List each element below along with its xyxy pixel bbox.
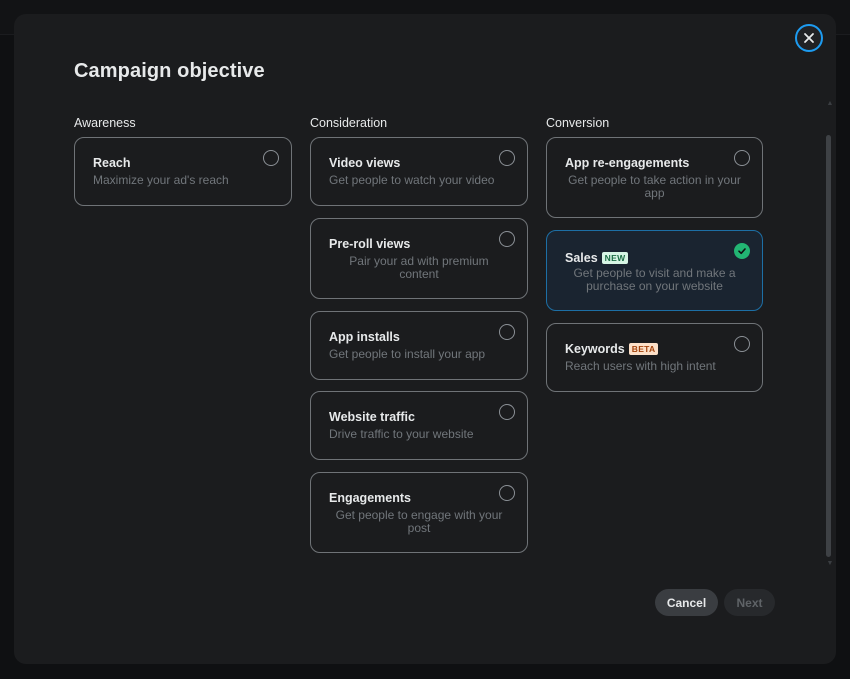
beta-badge: BETA <box>628 343 659 355</box>
objective-card-keywords[interactable]: Keywords BETA Reach users with high inte… <box>546 323 763 392</box>
card-title: Video views <box>329 156 401 170</box>
card-title: Pre-roll views <box>329 237 411 251</box>
objective-card-engagements[interactable]: Engagements Get people to engage with yo… <box>310 472 528 553</box>
card-title-row: Sales NEW <box>565 251 629 265</box>
objective-card-video-views[interactable]: Video views Get people to watch your vid… <box>310 137 528 206</box>
radio-button[interactable] <box>734 336 750 352</box>
card-title: Keywords <box>565 342 625 356</box>
card-title: Website traffic <box>329 410 415 424</box>
objective-card-pre-roll-views[interactable]: Pre-roll views Pair your ad with premium… <box>310 218 528 299</box>
radio-button[interactable] <box>734 150 750 166</box>
radio-button[interactable] <box>263 150 279 166</box>
card-description: Get people to watch your video <box>329 173 495 187</box>
cancel-button[interactable]: Cancel <box>655 589 718 616</box>
objective-card-app-installs[interactable]: App installs Get people to install your … <box>310 311 528 380</box>
radio-button[interactable] <box>499 231 515 247</box>
card-description: Drive traffic to your website <box>329 427 474 441</box>
card-description: Maximize your ad's reach <box>93 173 229 187</box>
scroll-down-arrow-icon[interactable]: ▼ <box>826 560 834 567</box>
radio-button[interactable] <box>499 150 515 166</box>
close-icon <box>804 33 814 43</box>
dialog-title: Campaign objective <box>74 60 265 82</box>
card-description: Reach users with high intent <box>565 359 716 373</box>
checkmark-icon <box>738 248 746 255</box>
objective-card-website-traffic[interactable]: Website traffic Drive traffic to your we… <box>310 391 528 460</box>
objective-card-app-re-engagements[interactable]: App re-engagements Get people to take ac… <box>546 137 763 218</box>
radio-button-checked[interactable] <box>734 243 750 259</box>
column-label-consideration: Consideration <box>310 116 388 130</box>
card-title: App installs <box>329 330 400 344</box>
next-button[interactable]: Next <box>724 589 775 616</box>
close-button[interactable] <box>795 24 823 52</box>
card-title: Engagements <box>329 491 411 505</box>
radio-button[interactable] <box>499 485 515 501</box>
card-title-row: Keywords BETA <box>565 342 659 356</box>
objective-card-sales[interactable]: Sales NEW Get people to visit and make a… <box>546 230 763 311</box>
card-description: Get people to visit and make a purchase … <box>573 266 736 293</box>
column-label-awareness: Awareness <box>74 116 136 130</box>
card-title: Sales <box>565 251 598 265</box>
card-title: App re-engagements <box>565 156 690 170</box>
card-description: Get people to install your app <box>329 347 486 361</box>
scroll-up-arrow-icon[interactable]: ▲ <box>826 100 834 107</box>
card-title: Reach <box>93 156 131 170</box>
radio-button[interactable] <box>499 324 515 340</box>
objective-card-reach[interactable]: Reach Maximize your ad's reach <box>74 137 292 206</box>
scrollbar-thumb[interactable] <box>826 135 831 557</box>
card-description: Get people to take action in your app <box>568 173 741 200</box>
new-badge: NEW <box>601 252 629 264</box>
column-label-conversion: Conversion <box>546 116 610 130</box>
card-description: Pair your ad with premium content <box>349 254 489 281</box>
card-description: Get people to engage with your post <box>335 508 503 535</box>
radio-button[interactable] <box>499 404 515 420</box>
